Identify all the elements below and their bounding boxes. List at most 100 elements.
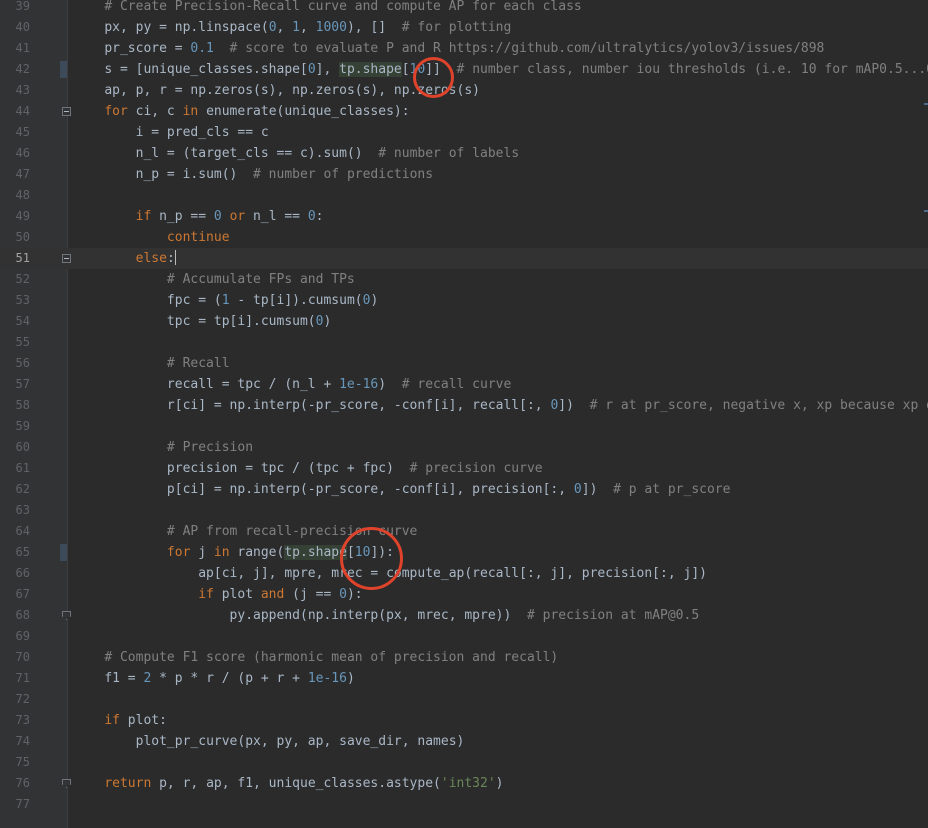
code-text[interactable]: for ci, c in enumerate(unique_classes): bbox=[73, 101, 409, 122]
code-text[interactable]: n_p = i.sum() # number of predictions bbox=[73, 164, 433, 185]
line-number[interactable]: 67 bbox=[0, 584, 30, 605]
code-text[interactable]: fpc = (1 - tp[i]).cumsum(0) bbox=[73, 290, 378, 311]
scrollbar-marker[interactable] bbox=[924, 103, 928, 105]
line-number[interactable]: 56 bbox=[0, 353, 30, 374]
code-line[interactable]: 40 px, py = np.linspace(0, 1, 1000), [] … bbox=[0, 17, 928, 38]
change-marker[interactable] bbox=[60, 61, 67, 78]
code-line[interactable]: 51 else: bbox=[0, 248, 928, 269]
line-number[interactable]: 50 bbox=[0, 227, 30, 248]
code-line[interactable]: 48 bbox=[0, 185, 928, 206]
code-line[interactable]: 55 bbox=[0, 332, 928, 353]
line-number[interactable]: 71 bbox=[0, 668, 30, 689]
line-number[interactable]: 43 bbox=[0, 80, 30, 101]
code-text[interactable]: n_l = (target_cls == c).sum() # number o… bbox=[73, 143, 520, 164]
code-line[interactable]: 62 p[ci] = np.interp(-pr_score, -conf[i]… bbox=[0, 479, 928, 500]
line-number[interactable]: 72 bbox=[0, 689, 30, 710]
code-line[interactable]: 52 # Accumulate FPs and TPs bbox=[0, 269, 928, 290]
line-number[interactable]: 66 bbox=[0, 563, 30, 584]
code-text[interactable]: # Recall bbox=[73, 353, 230, 374]
code-line[interactable]: 44 for ci, c in enumerate(unique_classes… bbox=[0, 101, 928, 122]
line-number[interactable]: 47 bbox=[0, 164, 30, 185]
line-number[interactable]: 55 bbox=[0, 332, 30, 353]
code-text[interactable]: s = [unique_classes.shape[0], tp.shape[1… bbox=[73, 59, 928, 80]
code-text[interactable]: precision = tpc / (tpc + fpc) # precisio… bbox=[73, 458, 543, 479]
line-number[interactable]: 70 bbox=[0, 647, 30, 668]
line-number[interactable]: 46 bbox=[0, 143, 30, 164]
code-text[interactable]: py.append(np.interp(px, mrec, mpre)) # p… bbox=[73, 605, 700, 626]
code-text[interactable]: i = pred_cls == c bbox=[73, 122, 269, 143]
fold-end-icon[interactable] bbox=[62, 779, 71, 788]
code-line[interactable]: 45 i = pred_cls == c bbox=[0, 122, 928, 143]
code-line[interactable]: 50 continue bbox=[0, 227, 928, 248]
code-text[interactable]: return p, r, ap, f1, unique_classes.asty… bbox=[73, 773, 503, 794]
line-number[interactable]: 45 bbox=[0, 122, 30, 143]
code-line[interactable]: 61 precision = tpc / (tpc + fpc) # preci… bbox=[0, 458, 928, 479]
code-line[interactable]: 74 plot_pr_curve(px, py, ap, save_dir, n… bbox=[0, 731, 928, 752]
line-number[interactable]: 74 bbox=[0, 731, 30, 752]
line-number[interactable]: 60 bbox=[0, 437, 30, 458]
code-text[interactable]: p[ci] = np.interp(-pr_score, -conf[i], p… bbox=[73, 479, 731, 500]
line-number[interactable]: 40 bbox=[0, 17, 30, 38]
code-text[interactable]: f1 = 2 * p * r / (p + r + 1e-16) bbox=[73, 668, 354, 689]
code-line[interactable]: 77 bbox=[0, 794, 928, 815]
code-line[interactable]: 64 # AP from recall-precision curve bbox=[0, 521, 928, 542]
code-text[interactable]: tpc = tp[i].cumsum(0) bbox=[73, 311, 331, 332]
fold-end-icon[interactable] bbox=[62, 611, 71, 620]
code-line[interactable]: 47 n_p = i.sum() # number of predictions bbox=[0, 164, 928, 185]
code-line[interactable]: 42 s = [unique_classes.shape[0], tp.shap… bbox=[0, 59, 928, 80]
line-number[interactable]: 63 bbox=[0, 500, 30, 521]
code-text[interactable]: # Compute F1 score (harmonic mean of pre… bbox=[73, 647, 558, 668]
code-line[interactable]: 66 ap[ci, j], mpre, mrec = compute_ap(re… bbox=[0, 563, 928, 584]
code-text[interactable]: if plot: bbox=[73, 710, 167, 731]
code-line[interactable]: 67 if plot and (j == 0): bbox=[0, 584, 928, 605]
code-text[interactable]: plot_pr_curve(px, py, ap, save_dir, name… bbox=[73, 731, 465, 752]
code-text[interactable]: # Create Precision-Recall curve and comp… bbox=[73, 0, 581, 17]
line-number[interactable]: 54 bbox=[0, 311, 30, 332]
line-number[interactable]: 49 bbox=[0, 206, 30, 227]
line-number[interactable]: 51 bbox=[0, 248, 30, 269]
code-line[interactable]: 54 tpc = tp[i].cumsum(0) bbox=[0, 311, 928, 332]
line-number[interactable]: 44 bbox=[0, 101, 30, 122]
code-text[interactable]: continue bbox=[73, 227, 230, 248]
code-line[interactable]: 59 bbox=[0, 416, 928, 437]
code-line[interactable]: 68 py.append(np.interp(px, mrec, mpre)) … bbox=[0, 605, 928, 626]
code-text[interactable]: # Precision bbox=[73, 437, 253, 458]
line-number[interactable]: 77 bbox=[0, 794, 30, 815]
line-number[interactable]: 64 bbox=[0, 521, 30, 542]
fold-collapse-icon[interactable] bbox=[62, 107, 71, 116]
line-number[interactable]: 62 bbox=[0, 479, 30, 500]
code-line[interactable]: 70 # Compute F1 score (harmonic mean of … bbox=[0, 647, 928, 668]
code-text[interactable]: if plot and (j == 0): bbox=[73, 584, 362, 605]
line-number[interactable]: 65 bbox=[0, 542, 30, 563]
line-number[interactable]: 73 bbox=[0, 710, 30, 731]
code-line[interactable]: 39 # Create Precision-Recall curve and c… bbox=[0, 0, 928, 17]
line-number[interactable]: 52 bbox=[0, 269, 30, 290]
line-number[interactable]: 58 bbox=[0, 395, 30, 416]
line-number[interactable]: 69 bbox=[0, 626, 30, 647]
line-number[interactable]: 57 bbox=[0, 374, 30, 395]
code-text[interactable]: px, py = np.linspace(0, 1, 1000), [] # f… bbox=[73, 17, 511, 38]
code-text[interactable]: else: bbox=[73, 248, 176, 269]
code-line[interactable]: 46 n_l = (target_cls == c).sum() # numbe… bbox=[0, 143, 928, 164]
code-line[interactable]: 56 # Recall bbox=[0, 353, 928, 374]
code-line[interactable]: 58 r[ci] = np.interp(-pr_score, -conf[i]… bbox=[0, 395, 928, 416]
code-text[interactable]: # Accumulate FPs and TPs bbox=[73, 269, 355, 290]
code-line[interactable]: 43 ap, p, r = np.zeros(s), np.zeros(s), … bbox=[0, 80, 928, 101]
code-line[interactable]: 65 for j in range(tp.shape[10]): bbox=[0, 542, 928, 563]
code-line[interactable]: 41 pr_score = 0.1 # score to evaluate P … bbox=[0, 38, 928, 59]
code-line[interactable]: 73 if plot: bbox=[0, 710, 928, 731]
code-line[interactable]: 76 return p, r, ap, f1, unique_classes.a… bbox=[0, 773, 928, 794]
code-editor[interactable]: 39 # Create Precision-Recall curve and c… bbox=[0, 0, 928, 828]
code-text[interactable]: recall = tpc / (n_l + 1e-16) # recall cu… bbox=[73, 374, 511, 395]
code-text[interactable]: pr_score = 0.1 # score to evaluate P and… bbox=[73, 38, 824, 59]
line-number[interactable]: 61 bbox=[0, 458, 30, 479]
line-number[interactable]: 76 bbox=[0, 773, 30, 794]
change-marker[interactable] bbox=[60, 544, 67, 561]
code-text[interactable]: if n_p == 0 or n_l == 0: bbox=[73, 206, 324, 227]
code-line[interactable]: 75 bbox=[0, 752, 928, 773]
fold-collapse-icon[interactable] bbox=[62, 254, 71, 263]
line-number[interactable]: 75 bbox=[0, 752, 30, 773]
line-number[interactable]: 41 bbox=[0, 38, 30, 59]
line-number[interactable]: 42 bbox=[0, 59, 30, 80]
line-number[interactable]: 39 bbox=[0, 0, 30, 17]
